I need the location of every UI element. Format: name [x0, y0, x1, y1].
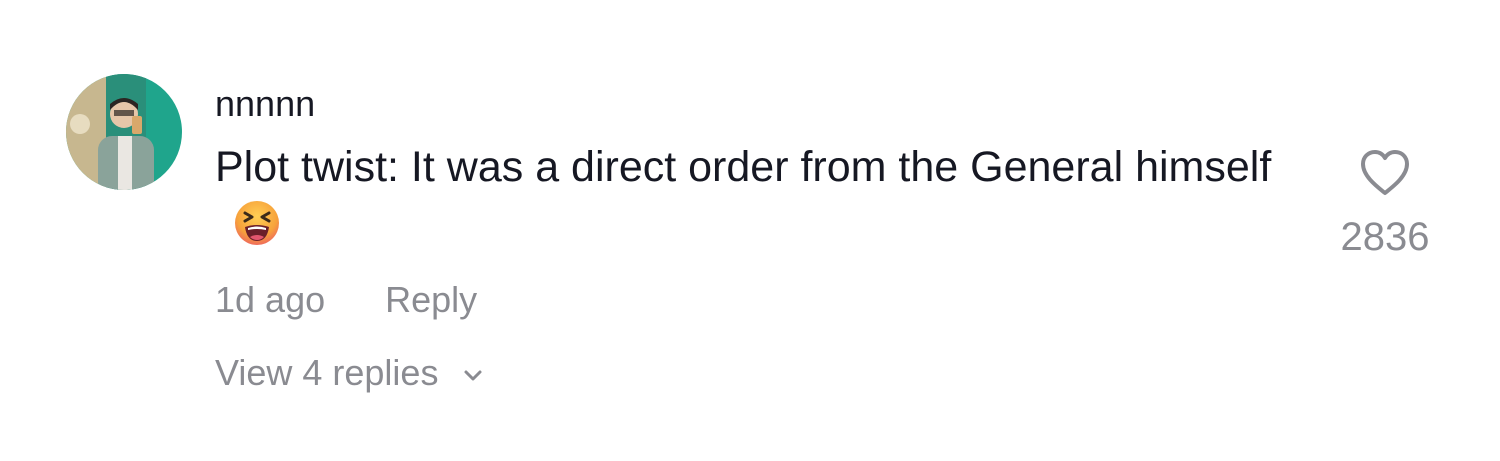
like-count: 2836	[1340, 215, 1430, 259]
comment-body: Plot twist: It was a direct order from t…	[215, 138, 1275, 254]
reply-button[interactable]: Reply	[385, 279, 477, 321]
comment-text: Plot twist: It was a direct order from t…	[215, 143, 1272, 191]
comment-item: nnnnn Plot twist: It was a direct order …	[0, 0, 1500, 461]
heart-outline-icon[interactable]	[1357, 145, 1413, 201]
like-section: 2836	[1320, 145, 1450, 261]
comment-username[interactable]: nnnnn	[215, 82, 315, 126]
avatar-photo	[66, 74, 182, 190]
chevron-down-icon	[458, 361, 488, 391]
avatar[interactable]	[66, 74, 182, 190]
view-replies-button[interactable]: View 4 replies	[215, 350, 488, 396]
comment-timestamp: 1d ago	[215, 279, 326, 320]
view-replies-label: View 4 replies	[215, 352, 439, 393]
comment-meta: 1d ago Reply	[215, 277, 477, 323]
tired-face-emoji-icon	[233, 199, 281, 247]
